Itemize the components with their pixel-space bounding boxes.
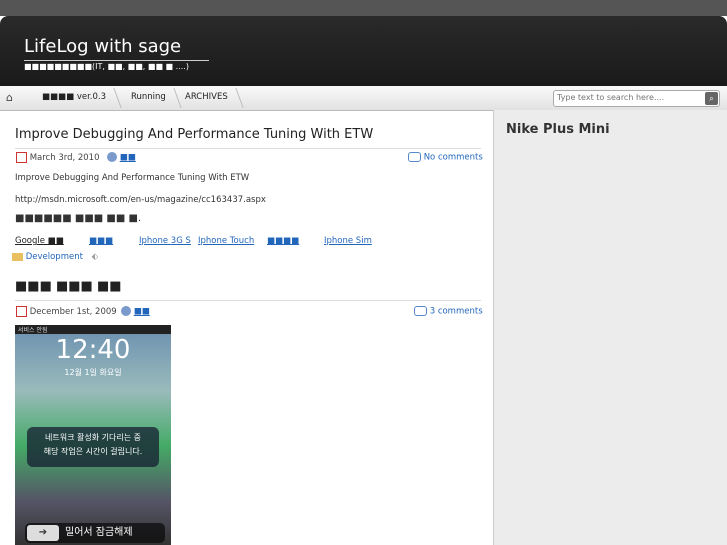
tag-link[interactable]: ■■■ bbox=[89, 236, 113, 246]
tag-icon: ⬖ bbox=[91, 252, 99, 262]
user-icon bbox=[107, 152, 117, 162]
lock-date: 12월 1일 화요일 bbox=[64, 368, 122, 377]
nav-item-running[interactable]: Running bbox=[131, 86, 178, 110]
tag-link[interactable]: Iphone Sim bbox=[324, 236, 372, 246]
post-category: Development ⬖ bbox=[12, 252, 98, 262]
divider bbox=[15, 300, 481, 301]
slide-to-unlock: ➔ 밀어서 잠금해제 bbox=[25, 523, 165, 543]
post-author: ■■ bbox=[107, 152, 136, 163]
lock-clock: 12:40 bbox=[55, 335, 131, 365]
folder-icon bbox=[12, 252, 23, 261]
post-date: December 1st, 2009 bbox=[16, 306, 117, 317]
comments-link[interactable]: No comments bbox=[424, 153, 483, 163]
network-alert: 네트워크 활성화 기다리는 중 해당 작업은 시간이 걸립니다. bbox=[27, 427, 159, 467]
tag-link[interactable]: ■■■■ bbox=[267, 236, 299, 246]
sidebar: Nike Plus Mini bbox=[493, 110, 727, 545]
alert-line: 네트워크 활성화 기다리는 중 bbox=[45, 433, 141, 442]
post-comments: No comments bbox=[408, 152, 483, 163]
iphone-screenshot-image: 서비스 안됨 12:40 12월 1일 화요일 네트워크 활성화 기다리는 중 … bbox=[15, 325, 171, 545]
user-icon bbox=[121, 306, 131, 316]
post-title[interactable]: ■■■ ■■■ ■■ bbox=[15, 279, 122, 294]
tag-link[interactable]: Google ■■ bbox=[15, 236, 64, 246]
calendar-icon bbox=[16, 152, 27, 163]
post-author: ■■ bbox=[121, 306, 150, 317]
sidebar-title: Nike Plus Mini bbox=[506, 122, 610, 137]
post-text: Improve Debugging And Performance Tuning… bbox=[15, 173, 250, 183]
site-header: LifeLog with sage ■■■■■■■■■(IT, ■■, ■■, … bbox=[0, 16, 727, 86]
slide-label: 밀어서 잠금해제 bbox=[65, 527, 133, 538]
site-title[interactable]: LifeLog with sage bbox=[24, 36, 181, 57]
comments-icon bbox=[414, 306, 427, 316]
date-text: December 1st, 2009 bbox=[29, 307, 117, 317]
post-date: March 3rd, 2010 bbox=[16, 152, 100, 163]
post-title[interactable]: Improve Debugging And Performance Tuning… bbox=[15, 127, 373, 142]
comments-link[interactable]: 3 comments bbox=[430, 307, 483, 317]
nav-item-archives[interactable]: ARCHIVES bbox=[185, 86, 240, 110]
calendar-icon bbox=[16, 306, 27, 317]
category-link[interactable]: Development bbox=[26, 252, 83, 262]
author-link[interactable]: ■■ bbox=[134, 307, 150, 317]
date-text: March 3rd, 2010 bbox=[29, 153, 100, 163]
home-icon[interactable]: ⌂ bbox=[6, 91, 22, 105]
top-bar bbox=[0, 0, 727, 16]
post-comments: 3 comments bbox=[414, 306, 483, 317]
tag-link[interactable]: Iphone Touch bbox=[198, 236, 254, 246]
tag-link[interactable]: Iphone 3G S bbox=[139, 236, 191, 246]
search-box: ⌕ bbox=[553, 90, 720, 107]
post-text: ■■■■■■ ■■■ ■■ ■. bbox=[15, 213, 142, 224]
nav-item-home[interactable]: ■■■■ ver.0.3 bbox=[42, 86, 118, 110]
search-icon[interactable]: ⌕ bbox=[705, 92, 718, 105]
arrow-right-icon: ➔ bbox=[27, 525, 59, 541]
status-bar: 서비스 안됨 bbox=[15, 325, 171, 334]
search-input[interactable] bbox=[554, 91, 700, 104]
comments-icon bbox=[408, 152, 421, 162]
alert-line: 해당 작업은 시간이 걸립니다. bbox=[43, 447, 143, 456]
author-link[interactable]: ■■ bbox=[120, 153, 136, 163]
site-subtitle: ■■■■■■■■■(IT, ■■, ■■, ■■ ■ ....) bbox=[24, 60, 209, 71]
post-url[interactable]: http://msdn.microsoft.com/en-us/magazine… bbox=[15, 195, 266, 205]
divider bbox=[15, 148, 481, 149]
